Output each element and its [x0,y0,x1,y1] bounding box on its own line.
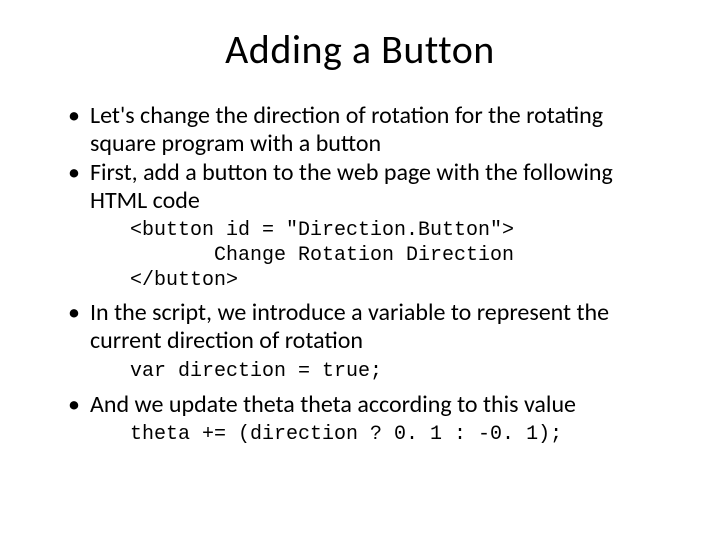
slide-content: Let's change the direction of rotation f… [50,102,670,448]
bullet-item: And we update theta theta according to t… [62,391,670,419]
bullet-text: In the script, we introduce a variable t… [90,298,609,355]
code-block: <button id = "Direction.Button"> Change … [62,218,670,293]
code-line: theta += (direction ? 0. 1 : -0. 1); [62,422,670,448]
bullet-text: Let's change the direction of rotation f… [90,101,603,158]
bullet-text: First, add a button to the web page with… [90,158,613,215]
slide-title: Adding a Button [50,25,670,74]
bullet-text: And we update theta theta according to t… [90,390,576,419]
bullet-item: Let's change the direction of rotation f… [62,102,670,157]
bullet-list: And we update theta theta according to t… [62,391,670,419]
bullet-item: First, add a button to the web page with… [62,159,670,214]
bullet-item: In the script, we introduce a variable t… [62,299,670,354]
bullet-list: In the script, we introduce a variable t… [62,299,670,354]
code-line: var direction = true; [62,359,670,385]
bullet-list: Let's change the direction of rotation f… [62,102,670,214]
